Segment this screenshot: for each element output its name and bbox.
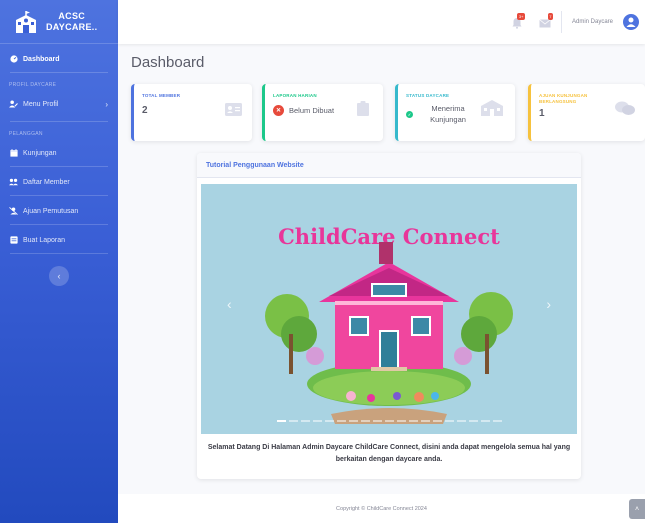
sidebar-divider — [10, 72, 108, 73]
school-building-icon — [481, 100, 503, 121]
carousel-indicator[interactable] — [468, 420, 478, 422]
user-edit-icon — [9, 100, 18, 109]
card-ajuan-kunjungan: AJUAN KUNJUNGAN BERLANGSUNG 1 — [528, 84, 645, 141]
carousel-indicator[interactable] — [432, 420, 442, 422]
tutorial-header: Tutorial Penggunaan Website — [197, 153, 581, 178]
carousel-indicator[interactable] — [444, 420, 454, 422]
page-title: Dashboard — [131, 54, 205, 71]
sidebar-divider — [10, 224, 108, 225]
card-label: STATUS DAYCARE — [406, 93, 450, 98]
card-label: LAPORAN HARIAN — [273, 93, 317, 98]
chevron-right-icon: › — [105, 99, 108, 109]
carousel-indicators — [201, 420, 577, 422]
sidebar-item-buat-laporan[interactable]: Buat Laporan — [0, 227, 118, 253]
alerts-count-badge: 3+ — [517, 13, 525, 20]
file-icon — [9, 236, 18, 245]
calendar-icon — [9, 149, 18, 158]
carousel-indicator[interactable] — [300, 420, 310, 422]
sidebar-item-kunjungan[interactable]: Kunjungan — [0, 140, 118, 166]
sidebar-toggle-button[interactable]: ‹ — [49, 266, 69, 286]
alerts-button[interactable]: 3+ — [511, 13, 525, 29]
card-value: Belum Dibuat — [289, 106, 335, 115]
messages-count-badge: 7 — [547, 13, 553, 20]
sidebar-item-label: Dashboard — [23, 55, 60, 63]
carousel-indicator[interactable] — [360, 420, 370, 422]
sidebar-item-dashboard[interactable]: Dashboard — [0, 46, 118, 72]
chevron-up-icon: ˄ — [634, 505, 640, 513]
card-label: AJUAN KUNJUNGAN BERLANGSUNG — [539, 93, 588, 104]
check-circle-icon: ✓ — [406, 110, 413, 118]
carousel-indicator[interactable] — [312, 420, 322, 422]
carousel-indicator[interactable] — [276, 420, 286, 422]
topbar: 3+ 7 Admin Daycare — [118, 0, 645, 44]
times-circle-icon: ✕ — [273, 105, 284, 116]
sidebar-divider — [10, 195, 108, 196]
sidebar-divider — [10, 166, 108, 167]
carousel-next-icon[interactable]: › — [546, 296, 551, 312]
tutorial-carousel[interactable]: ChildCare Connect ‹ › — [201, 184, 577, 434]
sidebar-item-menu-profil[interactable]: Menu Profil › — [0, 91, 118, 117]
carousel-indicator[interactable] — [372, 420, 382, 422]
brand-name: ACSC DAYCARE.. — [46, 11, 97, 33]
school-icon — [16, 10, 36, 33]
card-label: TOTAL MEMBER — [142, 93, 181, 98]
carousel-indicator[interactable] — [492, 420, 502, 422]
sidebar-item-label: Menu Profil — [23, 100, 59, 108]
brand-line-1: ACSC — [58, 10, 86, 21]
chevron-left-icon: ‹ — [57, 271, 61, 281]
id-card-icon — [225, 100, 242, 121]
sidebar-divider — [10, 253, 108, 254]
sidebar-item-label: Kunjungan — [23, 149, 57, 157]
carousel-indicator[interactable] — [348, 420, 358, 422]
topbar-divider — [560, 11, 562, 33]
sidebar-item-label: Buat Laporan — [23, 236, 66, 244]
carousel-indicator[interactable] — [396, 420, 406, 422]
carousel-indicator[interactable] — [456, 420, 466, 422]
messages-button[interactable]: 7 — [539, 13, 553, 28]
card-status-daycare: STATUS DAYCARE ✓ Menerima Kunjungan — [395, 84, 515, 141]
sidebar: ACSC DAYCARE.. Dashboard PROFIL DAYCARE … — [0, 0, 118, 523]
sidebar-heading-pelanggan: PELANGGAN — [9, 131, 43, 137]
sidebar-brand[interactable]: ACSC DAYCARE.. — [0, 0, 118, 44]
welcome-text: Selamat Datang Di Halaman Admin Daycare … — [207, 444, 571, 463]
users-icon — [9, 178, 18, 187]
carousel-indicator[interactable] — [408, 420, 418, 422]
tachometer-icon — [9, 55, 18, 64]
user-icon — [626, 17, 636, 27]
house-illustration — [265, 242, 513, 424]
user-slash-icon — [9, 207, 18, 216]
sidebar-item-label: Daftar Member — [23, 178, 70, 186]
sidebar-divider — [10, 121, 108, 122]
card-value: Menerima Kunjungan — [430, 104, 466, 124]
tutorial-card: Tutorial Penggunaan Website ChildCare Co… — [197, 153, 581, 479]
carousel-indicator[interactable] — [324, 420, 334, 422]
card-laporan-harian: LAPORAN HARIAN ✕ Belum Dibuat — [262, 84, 383, 141]
sidebar-item-label: Ajuan Pemutusan — [23, 207, 79, 215]
comments-icon — [615, 100, 635, 121]
carousel-prev-icon[interactable]: ‹ — [227, 296, 232, 312]
footer: Copyright © ChildCare Connect 2024 — [118, 494, 645, 523]
sidebar-item-daftar-member[interactable]: Daftar Member — [0, 169, 118, 195]
sidebar-item-ajuan-pemutusan[interactable]: Ajuan Pemutusan — [0, 198, 118, 224]
brand-line-2: DAYCARE.. — [46, 21, 98, 32]
carousel-indicator[interactable] — [420, 420, 430, 422]
carousel-indicator[interactable] — [384, 420, 394, 422]
user-avatar[interactable] — [623, 14, 639, 30]
card-total-member: TOTAL MEMBER 2 — [131, 84, 252, 141]
username[interactable]: Admin Daycare — [572, 19, 613, 25]
scroll-to-top-button[interactable]: ˄ — [629, 499, 645, 519]
clipboard-icon — [357, 100, 369, 121]
carousel-indicator[interactable] — [288, 420, 298, 422]
carousel-indicator[interactable] — [336, 420, 346, 422]
sidebar-heading-profil: PROFIL DAYCARE — [9, 82, 57, 88]
carousel-indicator[interactable] — [480, 420, 490, 422]
copyright-text: Copyright © ChildCare Connect 2024 — [336, 505, 427, 512]
